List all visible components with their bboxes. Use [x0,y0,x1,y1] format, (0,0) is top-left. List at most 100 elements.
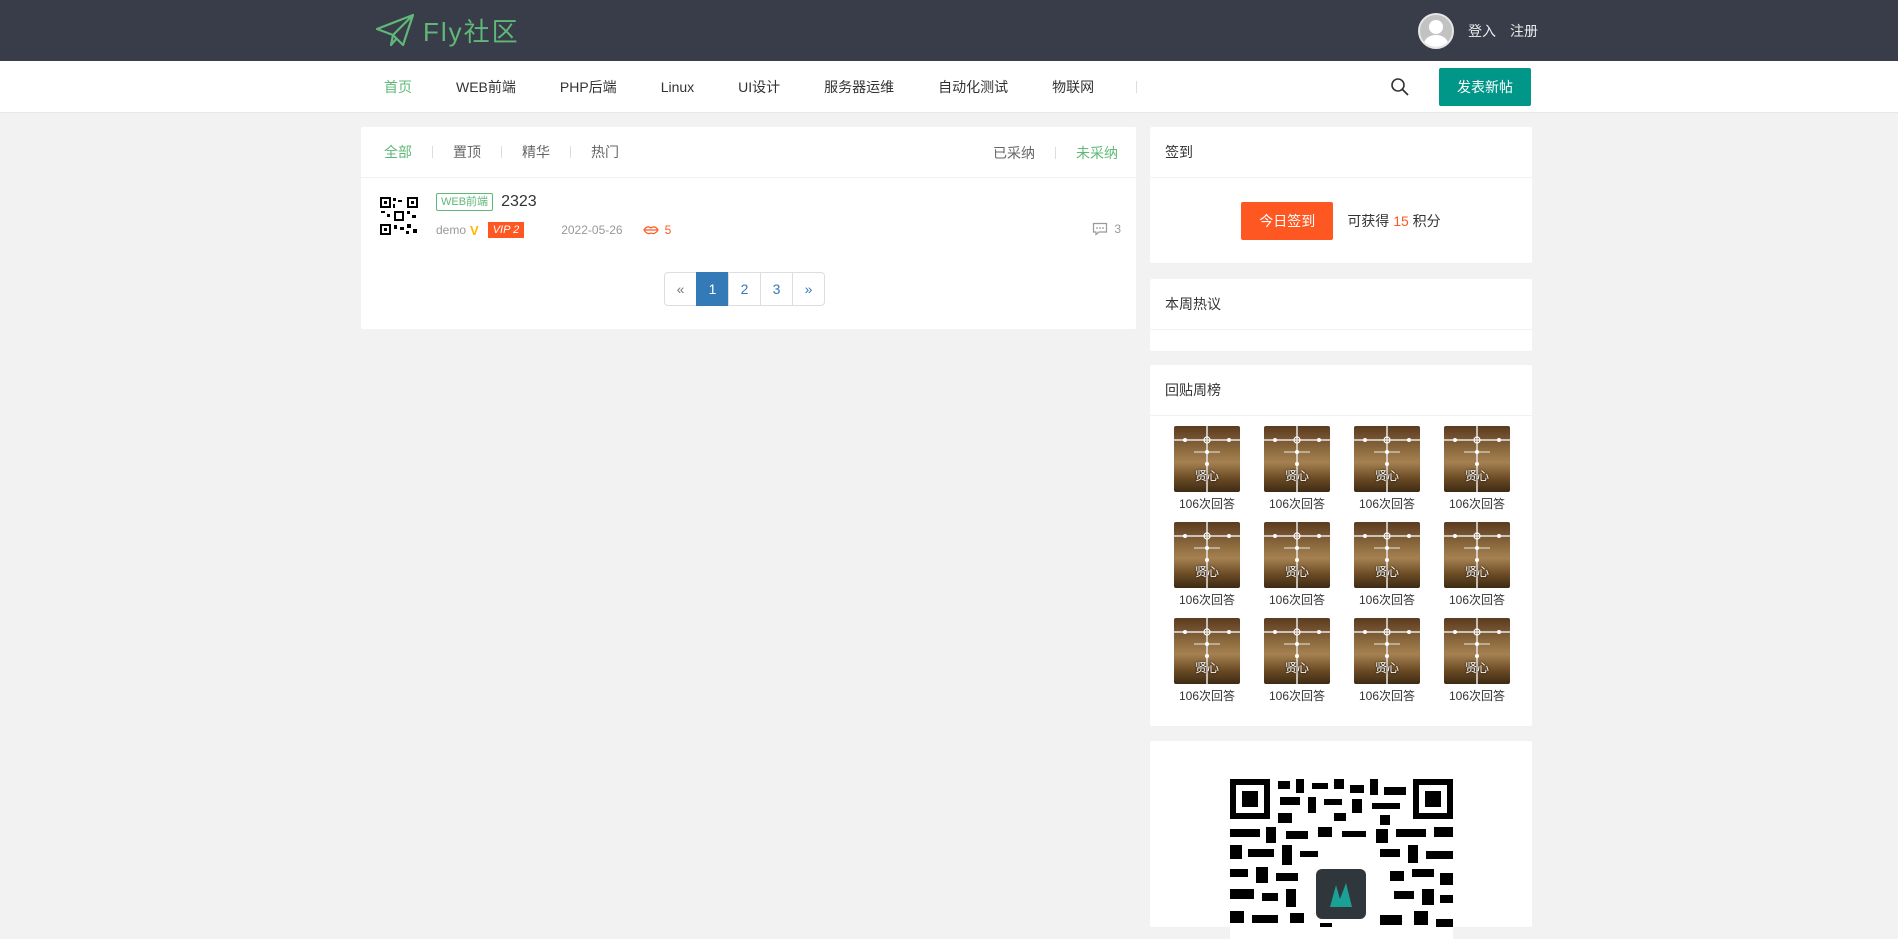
rank-user-count: 106次回答 [1178,593,1236,607]
rank-user-name: 贤心 [1284,469,1309,483]
post-item: WEB前端 2323 demo V VIP 2 2022-05-26 5 3 [361,178,1136,248]
reward-prefix: 可获得 [1347,212,1390,229]
rank-user[interactable]: 贤心 106次回答 [1252,618,1342,704]
filter-top[interactable]: 置顶 [453,142,481,162]
post-list-panel: 全部 置顶 精华 热门 已采纳 未采纳 WEB前端 2323 demo V VI… [361,127,1136,329]
filter-bar: 全部 置顶 精华 热门 已采纳 未采纳 [361,127,1136,178]
category-tag[interactable]: WEB前端 [436,193,494,211]
pager-page-3[interactable]: 3 [760,272,793,306]
user-avatar: 贤心 [1354,618,1420,684]
user-avatar: 贤心 [1444,426,1510,492]
rank-user-count: 106次回答 [1448,497,1506,511]
post-author[interactable]: demo [436,223,466,237]
register-link[interactable]: 注册 [1510,21,1538,41]
pager-prev[interactable]: « [664,272,697,306]
rank-user-count: 106次回答 [1268,593,1326,607]
rank-user-count: 106次回答 [1448,689,1506,703]
nav-divider [1136,81,1138,93]
nav-item-web[interactable]: WEB前端 [434,77,538,97]
rank-user[interactable]: 贤心 106次回答 [1432,426,1522,512]
qr-code-panel [1150,741,1532,939]
sign-in-title: 签到 [1150,127,1532,178]
kiss-count: 5 [664,223,672,237]
nav-items: 首页 WEB前端 PHP后端 Linux UI设计 服务器运维 自动化测试 物联… [362,61,1138,113]
nav-item-php[interactable]: PHP后端 [538,77,639,97]
rank-user[interactable]: 贤心 106次回答 [1342,426,1432,512]
vip-badge: VIP 2 [487,222,525,238]
user-avatar: 贤心 [1264,426,1330,492]
reply-count-value: 3 [1114,222,1121,236]
sign-in-reward: 可获得 15 积分 [1347,211,1440,231]
paper-plane-icon [375,13,415,47]
rank-user[interactable]: 贤心 106次回答 [1342,618,1432,704]
rank-user-count: 106次回答 [1178,497,1236,511]
reply-rank-title: 回贴周榜 [1150,365,1532,416]
rank-user[interactable]: 贤心 106次回答 [1252,522,1342,608]
rank-user[interactable]: 贤心 106次回答 [1162,618,1252,704]
nav-item-linux[interactable]: Linux [639,79,716,95]
user-avatar: 贤心 [1174,522,1240,588]
site-logo[interactable]: Fly社区 [375,10,520,50]
qr-code-avatar-icon[interactable] [379,196,419,236]
filter-divider [501,146,502,158]
rank-user[interactable]: 贤心 106次回答 [1432,522,1522,608]
rank-user-count: 106次回答 [1358,593,1416,607]
nav-item-ui[interactable]: UI设计 [716,77,802,97]
rank-user-name: 贤心 [1194,565,1219,579]
rank-user[interactable]: 贤心 106次回答 [1162,522,1252,608]
rank-user-name: 贤心 [1194,469,1219,483]
rank-user-name: 贤心 [1284,661,1309,675]
rank-user[interactable]: 贤心 106次回答 [1252,426,1342,512]
filter-unaccepted[interactable]: 未采纳 [1076,143,1118,163]
nav-item-iot[interactable]: 物联网 [1030,77,1116,97]
category-nav: 首页 WEB前端 PHP后端 Linux UI设计 服务器运维 自动化测试 物联… [0,61,1898,113]
user-avatar: 贤心 [1174,618,1240,684]
pager-page-1[interactable]: 1 [696,272,729,306]
login-link[interactable]: 登入 [1468,21,1496,41]
rank-user-name: 贤心 [1374,661,1399,675]
user-avatar: 贤心 [1354,522,1420,588]
nav-item-home[interactable]: 首页 [362,77,434,97]
reply-rank-panel: 回贴周榜 贤心 106次回答 贤心 106次回答 贤心 106次回答 贤心 106次回答… [1150,365,1532,726]
pager-page-2[interactable]: 2 [728,272,761,306]
filter-all[interactable]: 全部 [384,142,412,162]
rank-user-name: 贤心 [1464,469,1489,483]
filter-featured[interactable]: 精华 [522,142,550,162]
filter-divider [1055,146,1056,159]
user-avatar: 贤心 [1174,426,1240,492]
nav-item-server[interactable]: 服务器运维 [802,77,916,97]
rank-user-count: 106次回答 [1268,689,1326,703]
user-avatar: 贤心 [1264,522,1330,588]
post-title[interactable]: 2323 [501,193,537,211]
reward-points: 15 [1393,212,1409,229]
rank-user[interactable]: 贤心 106次回答 [1342,522,1432,608]
rank-user-name: 贤心 [1374,565,1399,579]
post-meta: demo V VIP 2 2022-05-26 5 [436,222,671,238]
rank-user-name: 贤心 [1374,469,1399,483]
rank-user-name: 贤心 [1194,661,1219,675]
user-avatar-icon[interactable] [1418,13,1454,49]
rank-user-count: 106次回答 [1448,593,1506,607]
rank-user[interactable]: 贤心 106次回答 [1162,426,1252,512]
sign-in-body: 今日签到 可获得 15 积分 [1150,178,1532,263]
rank-user[interactable]: 贤心 106次回答 [1432,618,1522,704]
kiss-reward: 5 [642,223,672,237]
kiss-icon [642,226,659,235]
reward-suffix: 积分 [1412,212,1441,229]
sign-in-button[interactable]: 今日签到 [1241,201,1334,240]
filter-accepted[interactable]: 已采纳 [993,143,1035,163]
rank-user-count: 106次回答 [1178,689,1236,703]
top-header: Fly社区 登入 注册 [0,0,1898,61]
filter-hot[interactable]: 热门 [591,142,619,162]
verified-icon: V [470,222,479,238]
user-avatar: 贤心 [1264,618,1330,684]
reply-rank-grid: 贤心 106次回答 贤心 106次回答 贤心 106次回答 贤心 106次回答 贤心 10… [1150,416,1532,704]
search-icon[interactable] [1390,77,1410,97]
nav-item-autotest[interactable]: 自动化测试 [916,77,1030,97]
rank-user-name: 贤心 [1464,661,1489,675]
pager-next[interactable]: » [792,272,825,306]
new-post-button[interactable]: 发表新帖 [1439,68,1531,106]
user-avatar: 贤心 [1444,618,1510,684]
weekly-hot-panel: 本周热议 [1150,279,1532,351]
rank-user-name: 贤心 [1464,565,1489,579]
